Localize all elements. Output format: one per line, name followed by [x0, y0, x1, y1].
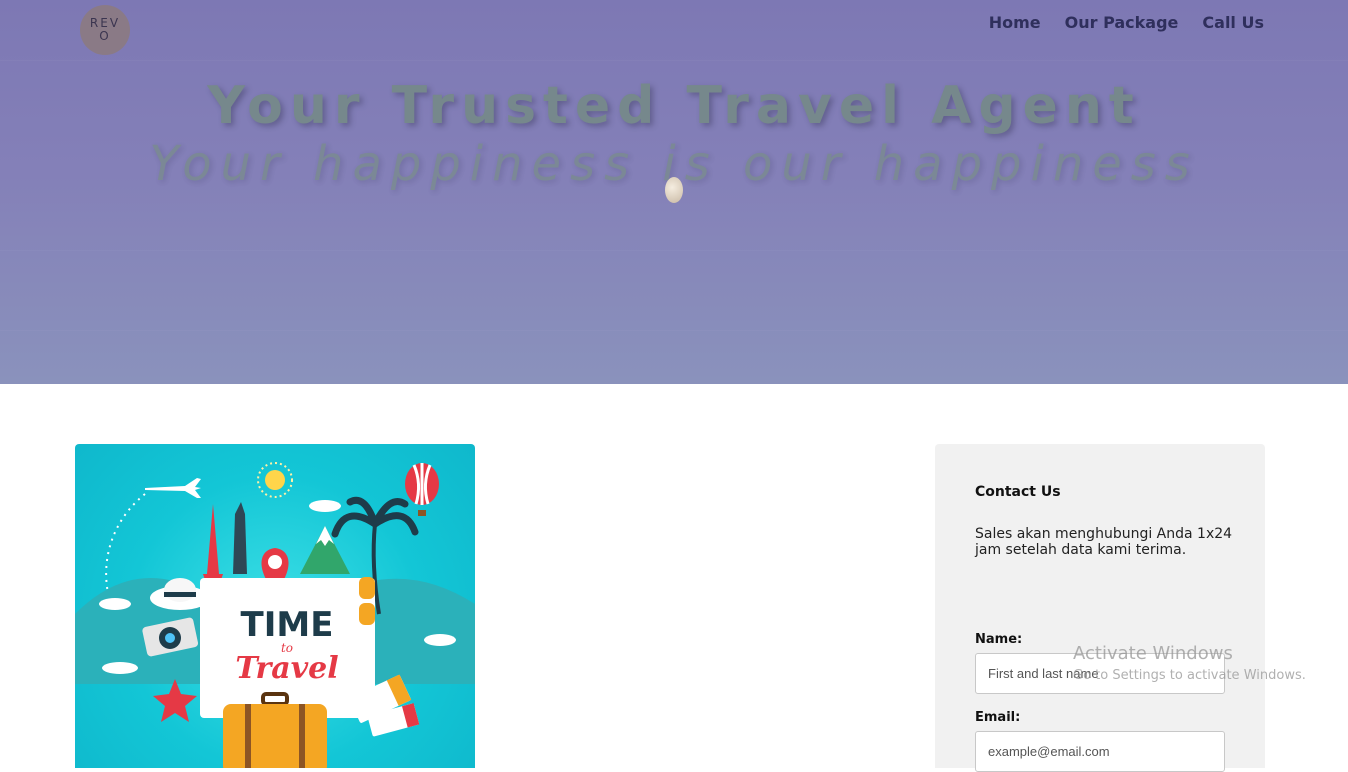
travel-illustration: TIME to Travel: [75, 462, 475, 768]
site-logo[interactable]: REVO: [80, 5, 130, 55]
email-label: Email:: [975, 710, 1021, 725]
moon-icon: [665, 177, 683, 203]
name-field[interactable]: [975, 653, 1225, 694]
logo-text: REVO: [89, 16, 121, 43]
contact-title: Contact Us: [975, 484, 1061, 500]
poster-time-text: TIME: [241, 605, 334, 645]
airplane-icon: [145, 478, 201, 498]
nav-our-package-link[interactable]: Our Package: [1065, 13, 1179, 32]
nav-call-us-link[interactable]: Call Us: [1202, 13, 1264, 32]
name-label: Name:: [975, 632, 1023, 647]
main-nav: Home Our Package Call Us: [989, 13, 1264, 32]
starfish-icon: [153, 679, 197, 722]
contact-card: Contact Us Sales akan menghubungi Anda 1…: [935, 444, 1265, 772]
hot-air-balloon-icon: [405, 463, 439, 516]
suitcase-icon: [223, 692, 327, 768]
poster-travel-text: Travel: [235, 651, 338, 686]
hero-texture-line: [0, 60, 1348, 61]
hero-banner: REVO Home Our Package Call Us Your Trust…: [0, 0, 1348, 384]
statue-of-liberty-icon: [233, 502, 247, 574]
eiffel-tower-icon: [203, 504, 223, 580]
contact-description: Sales akan menghubungi Anda 1x24 jam set…: [975, 526, 1233, 558]
nav-home-link[interactable]: Home: [989, 13, 1041, 32]
hero-texture-line: [0, 250, 1348, 251]
hero-texture-line: [0, 330, 1348, 331]
time-to-travel-poster: TIME to Travel: [75, 444, 475, 768]
email-field[interactable]: [975, 731, 1225, 772]
hero-title: Your Trusted Travel Agent: [207, 76, 1141, 136]
sun-icon: [257, 462, 293, 498]
